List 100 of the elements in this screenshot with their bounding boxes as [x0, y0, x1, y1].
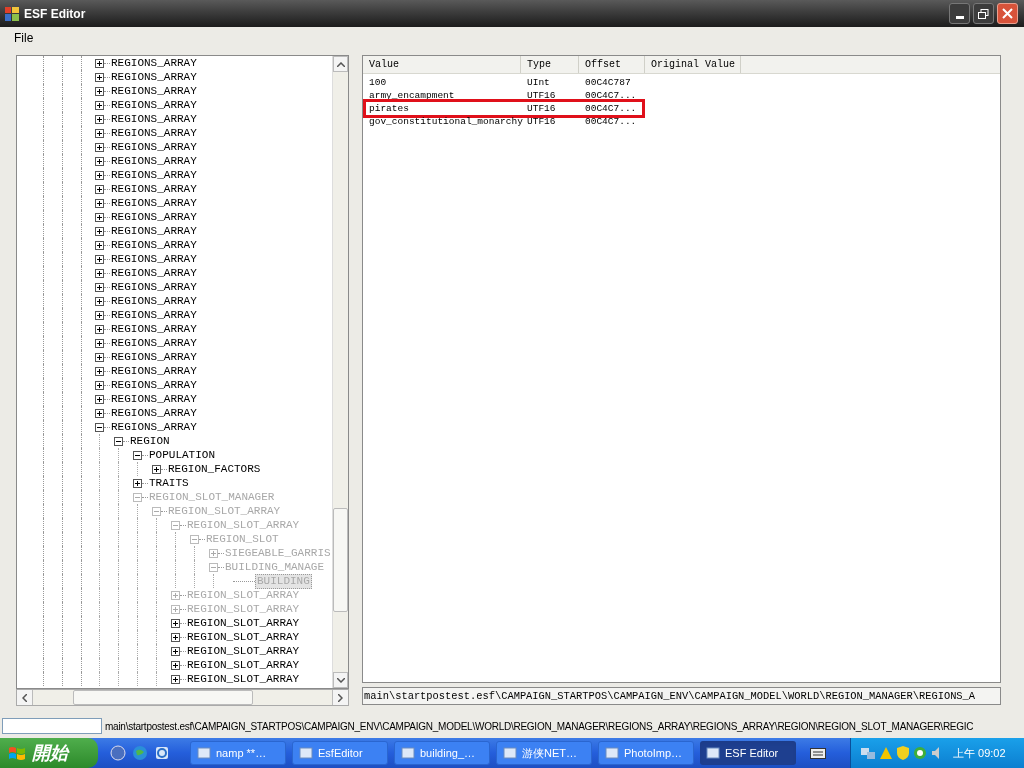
vertical-scrollbar[interactable]	[332, 56, 348, 688]
expand-icon[interactable]	[95, 72, 104, 82]
tree-item[interactable]: REGIONS_ARRAY	[110, 294, 198, 308]
taskbar-button[interactable]: EsfEditor	[292, 741, 388, 765]
expand-icon[interactable]	[171, 660, 180, 670]
taskbar-button[interactable]: 游侠NET…	[496, 741, 592, 765]
tree-item[interactable]: POPULATION	[148, 448, 216, 462]
tree-item[interactable]: REGIONS_ARRAY	[110, 238, 198, 252]
column-header[interactable]: Type	[521, 56, 579, 73]
tree-item[interactable]: REGIONS_ARRAY	[110, 126, 198, 140]
tree-item[interactable]: TRAITS	[148, 476, 190, 490]
tree-item[interactable]: REGIONS_ARRAY	[110, 98, 198, 112]
collapse-icon[interactable]	[133, 450, 142, 460]
tree-item[interactable]: REGIONS_ARRAY	[110, 56, 198, 70]
tree-item[interactable]: REGIONS_ARRAY	[110, 336, 198, 350]
tree-item[interactable]: REGIONS_ARRAY	[110, 140, 198, 154]
minimize-button[interactable]	[949, 3, 970, 24]
expand-icon[interactable]	[95, 408, 104, 418]
tree-item[interactable]: REGIONS_ARRAY	[110, 196, 198, 210]
tree-item[interactable]: REGION_FACTORS	[167, 462, 262, 476]
column-header[interactable]: Offset	[579, 56, 645, 73]
expand-icon[interactable]	[171, 618, 180, 628]
tree-item[interactable]: REGIONS_ARRAY	[110, 154, 198, 168]
expand-icon[interactable]	[171, 674, 180, 684]
scroll-right-button[interactable]	[332, 690, 348, 705]
expand-icon[interactable]	[95, 338, 104, 348]
tree-item[interactable]: REGIONS_ARRAY	[110, 168, 198, 182]
expand-icon[interactable]	[95, 380, 104, 390]
expand-icon[interactable]	[95, 240, 104, 250]
expand-icon[interactable]	[133, 478, 142, 488]
tree-item[interactable]: REGION_SLOT_ARRAY	[186, 658, 301, 672]
expand-icon[interactable]	[95, 198, 104, 208]
expand-icon[interactable]	[95, 86, 104, 96]
tree-item[interactable]: REGIONS_ARRAY	[110, 70, 198, 84]
tree-item[interactable]: REGIONS_ARRAY	[110, 84, 198, 98]
collapse-icon[interactable]	[114, 436, 123, 446]
close-button[interactable]	[997, 3, 1018, 24]
scroll-left-button[interactable]	[17, 690, 33, 705]
scroll-up-button[interactable]	[333, 56, 348, 72]
expand-icon[interactable]	[95, 254, 104, 264]
tree-item[interactable]: REGIONS_ARRAY	[110, 350, 198, 364]
expand-icon[interactable]	[95, 366, 104, 376]
column-header[interactable]: Original Value	[645, 56, 741, 73]
tree-item[interactable]: REGIONS_ARRAY	[110, 420, 198, 434]
keyboard-icon[interactable]	[810, 747, 826, 759]
horizontal-scrollbar[interactable]	[16, 689, 349, 706]
network-icon[interactable]	[861, 746, 875, 760]
expand-icon[interactable]	[95, 268, 104, 278]
collapse-icon[interactable]	[95, 422, 104, 432]
expand-icon[interactable]	[171, 632, 180, 642]
expand-icon[interactable]	[95, 324, 104, 334]
expand-icon[interactable]	[95, 226, 104, 236]
expand-icon[interactable]	[95, 128, 104, 138]
tree-item[interactable]: REGION_SLOT_ARRAY	[186, 644, 301, 658]
tree-item[interactable]: REGIONS_ARRAY	[110, 406, 198, 420]
taskbar-button[interactable]: PhotoImp…	[598, 741, 694, 765]
scrollbar-thumb[interactable]	[73, 690, 253, 705]
expand-icon[interactable]	[95, 282, 104, 292]
column-header[interactable]: Value	[363, 56, 521, 73]
tree-item[interactable]: REGIONS_ARRAY	[110, 322, 198, 336]
expand-icon[interactable]	[95, 184, 104, 194]
expand-icon[interactable]	[95, 58, 104, 68]
expand-icon[interactable]	[95, 394, 104, 404]
tree-item[interactable]: REGIONS_ARRAY	[110, 378, 198, 392]
restore-button[interactable]	[973, 3, 994, 24]
browser-icon[interactable]	[154, 745, 170, 761]
tree-item[interactable]: REGION_SLOT_ARRAY	[186, 616, 301, 630]
scrollbar-thumb[interactable]	[333, 508, 348, 612]
expand-icon[interactable]	[95, 114, 104, 124]
taskbar-button[interactable]: building_…	[394, 741, 490, 765]
tree-item[interactable]: REGIONS_ARRAY	[110, 224, 198, 238]
scroll-down-button[interactable]	[333, 672, 348, 688]
tree-item[interactable]: REGIONS_ARRAY	[110, 252, 198, 266]
tree-item[interactable]: REGION	[129, 434, 171, 448]
expand-icon[interactable]	[95, 296, 104, 306]
tree-item[interactable]: REGIONS_ARRAY	[110, 112, 198, 126]
expand-icon[interactable]	[95, 352, 104, 362]
taskbar-button[interactable]: namp **…	[190, 741, 286, 765]
expand-icon[interactable]	[95, 142, 104, 152]
expand-icon[interactable]	[95, 212, 104, 222]
input-field[interactable]	[2, 718, 102, 734]
tree-item[interactable]: REGIONS_ARRAY	[110, 266, 198, 280]
expand-icon[interactable]	[95, 156, 104, 166]
tree-item[interactable]: REGIONS_ARRAY	[110, 182, 198, 196]
tree-item[interactable]: REGIONS_ARRAY	[110, 210, 198, 224]
expand-icon[interactable]	[95, 170, 104, 180]
taskbar-button[interactable]: ESF Editor	[700, 741, 796, 765]
tree-item[interactable]: REGION_SLOT_ARRAY	[186, 672, 301, 686]
tree-item[interactable]: REGION_SLOT_ARRAY	[186, 630, 301, 644]
expand-icon[interactable]	[171, 646, 180, 656]
tree-item[interactable]: REGIONS_ARRAY	[110, 392, 198, 406]
path-field[interactable]: main\startpostest.esf\CAMPAIGN_STARTPOS\CAMPAIGN_ENV\CAMPAIGN_MODEL\WORLD\REGION_MANAGER\REGIONS_A	[362, 687, 1001, 705]
table-cell-text: pirates	[368, 102, 410, 115]
tree-item[interactable]: REGIONS_ARRAY	[110, 364, 198, 378]
menu-item[interactable]: File	[8, 28, 40, 48]
tree-item[interactable]: REGIONS_ARRAY	[110, 308, 198, 322]
expand-icon[interactable]	[152, 464, 161, 474]
expand-icon[interactable]	[95, 100, 104, 110]
expand-icon[interactable]	[95, 310, 104, 320]
tree-item[interactable]: REGIONS_ARRAY	[110, 280, 198, 294]
